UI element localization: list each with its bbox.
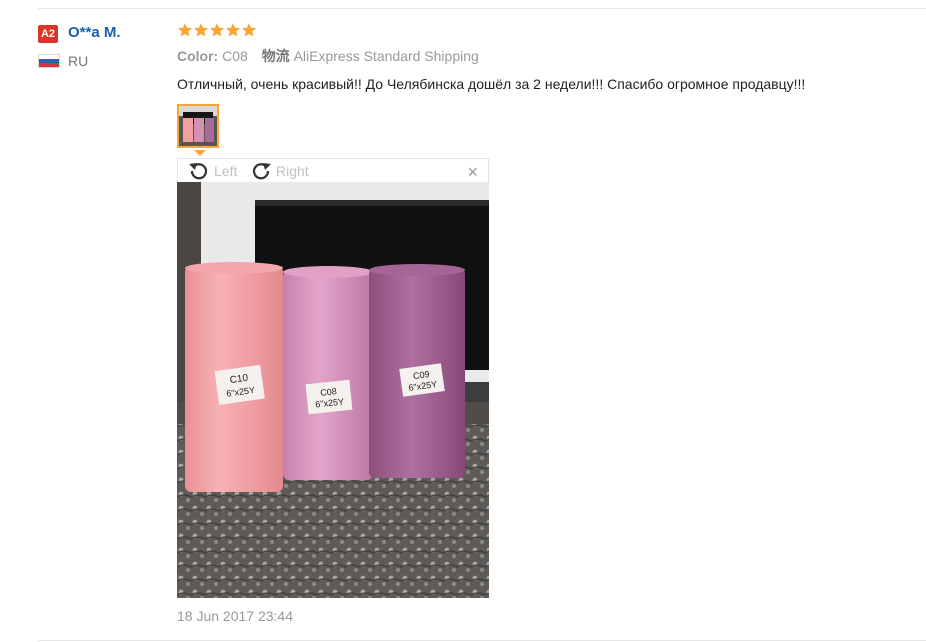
color-value: C08 xyxy=(222,48,248,64)
shipping-label: 物流 xyxy=(261,48,290,64)
star-icon xyxy=(241,22,257,38)
color-label: Color: xyxy=(177,48,219,64)
photo-viewer: Left Right × C10 6"x25Y C08 6"x25Y C09 6… xyxy=(177,158,489,598)
order-info: Color: C08 物流 AliExpress Standard Shippi… xyxy=(177,46,479,66)
star-icon xyxy=(209,22,225,38)
reviewer-country: RU xyxy=(68,53,89,69)
review-photo-thumbnail[interactable] xyxy=(177,104,219,148)
russia-flag-icon xyxy=(38,54,60,68)
rotate-left-button[interactable]: Left xyxy=(188,159,237,183)
star-icon xyxy=(225,22,241,38)
thumbnail-pointer xyxy=(194,150,206,156)
rotate-left-icon xyxy=(189,163,208,180)
rotate-right-icon xyxy=(252,163,271,180)
review-date: 18 Jun 2017 23:44 xyxy=(177,608,293,624)
review-text: Отличный, очень красивый!! До Челябинска… xyxy=(177,76,806,92)
rotate-right-button[interactable]: Right xyxy=(250,159,309,183)
roll-c08-code: C08 xyxy=(320,386,337,398)
star-icon xyxy=(177,22,193,38)
shipping-value: AliExpress Standard Shipping xyxy=(293,48,479,64)
level-badge: A2 xyxy=(38,25,58,43)
top-divider xyxy=(38,8,926,9)
review-photo: C10 6"x25Y C08 6"x25Y C09 6"x25Y xyxy=(177,182,489,598)
reviewer-name[interactable]: O**a M. xyxy=(68,22,121,44)
close-viewer-button[interactable]: × xyxy=(467,163,478,181)
star-rating xyxy=(177,22,257,42)
photo-viewer-toolbar: Left Right × xyxy=(177,158,489,182)
star-icon xyxy=(193,22,209,38)
bottom-divider xyxy=(38,640,926,641)
